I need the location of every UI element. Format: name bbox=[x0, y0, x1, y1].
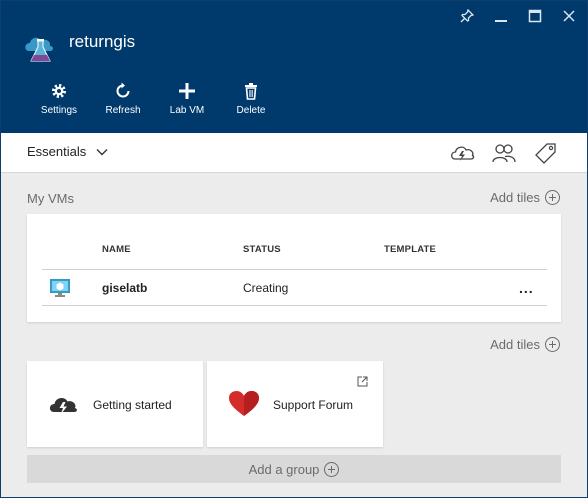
tag-icon[interactable] bbox=[533, 141, 559, 165]
external-link-icon bbox=[357, 376, 368, 387]
add-group-label: Add a group bbox=[248, 461, 320, 477]
my-vms-title: My VMs bbox=[27, 191, 74, 206]
settings-label: Settings bbox=[40, 105, 78, 116]
delete-button[interactable]: Delete bbox=[219, 81, 283, 116]
tile-label-getting-started: Getting started bbox=[93, 398, 172, 412]
blade-window: returngis Settings Refresh Lab VM Delete… bbox=[0, 0, 588, 498]
tile-support-forum[interactable]: Support Forum bbox=[207, 361, 383, 447]
close-icon[interactable] bbox=[559, 7, 579, 25]
chevron-down-icon bbox=[96, 148, 108, 155]
tile-getting-started[interactable]: Getting started bbox=[27, 361, 203, 447]
settings-button[interactable]: Settings bbox=[27, 81, 91, 116]
column-header-name[interactable]: NAME bbox=[102, 244, 131, 255]
plus-circle-icon bbox=[324, 461, 340, 477]
column-header-status[interactable]: STATUS bbox=[243, 244, 281, 255]
minimize-icon[interactable] bbox=[491, 7, 511, 25]
header-divider bbox=[42, 269, 547, 270]
vm-status: Creating bbox=[243, 281, 289, 295]
cloud-lightning-icon bbox=[49, 397, 77, 414]
vm-name[interactable]: giselatb bbox=[102, 281, 147, 295]
plus-icon bbox=[178, 81, 196, 101]
plus-circle-icon bbox=[545, 337, 560, 352]
add-group-button[interactable]: Add a group bbox=[27, 455, 561, 483]
tile-label-support-forum: Support Forum bbox=[273, 398, 354, 412]
heart-icon bbox=[229, 391, 259, 416]
refresh-label: Refresh bbox=[105, 105, 141, 116]
my-vms-card: NAME STATUS TEMPLATE giselatb Creating .… bbox=[27, 214, 561, 322]
essentials-label: Essentials bbox=[27, 144, 87, 159]
vm-monitor-icon bbox=[50, 279, 70, 297]
essentials-toggle[interactable]: Essentials bbox=[27, 144, 108, 159]
refresh-icon bbox=[114, 81, 132, 101]
blade-header: returngis Settings Refresh Lab VM Delete bbox=[1, 1, 587, 133]
add-tiles-button-2[interactable]: Add tiles bbox=[490, 337, 560, 352]
column-header-template[interactable]: TEMPLATE bbox=[384, 244, 436, 255]
essentials-actions bbox=[449, 141, 559, 165]
gear-icon bbox=[50, 81, 68, 101]
maximize-icon[interactable] bbox=[525, 7, 545, 25]
devtest-lab-icon bbox=[25, 37, 53, 62]
cloud-lightning-icon[interactable] bbox=[449, 141, 475, 165]
toolbar: Settings Refresh Lab VM Delete bbox=[27, 81, 283, 116]
more-options-button[interactable]: ... bbox=[519, 280, 534, 296]
add-tiles-label-2: Add tiles bbox=[490, 337, 540, 352]
essentials-bar: Essentials bbox=[1, 133, 587, 173]
plus-circle-icon bbox=[545, 190, 560, 205]
lab-vm-label: Lab VM bbox=[169, 105, 205, 116]
refresh-button[interactable]: Refresh bbox=[91, 81, 155, 116]
window-controls bbox=[457, 7, 579, 25]
page-title: returngis bbox=[69, 32, 136, 51]
add-tiles-label: Add tiles bbox=[490, 190, 540, 205]
row-divider bbox=[42, 305, 547, 306]
trash-icon bbox=[243, 81, 259, 101]
add-tiles-button[interactable]: Add tiles bbox=[490, 190, 560, 205]
pin-icon[interactable] bbox=[457, 7, 477, 25]
users-icon[interactable] bbox=[491, 141, 517, 165]
lab-vm-button[interactable]: Lab VM bbox=[155, 81, 219, 116]
delete-label: Delete bbox=[236, 105, 266, 116]
